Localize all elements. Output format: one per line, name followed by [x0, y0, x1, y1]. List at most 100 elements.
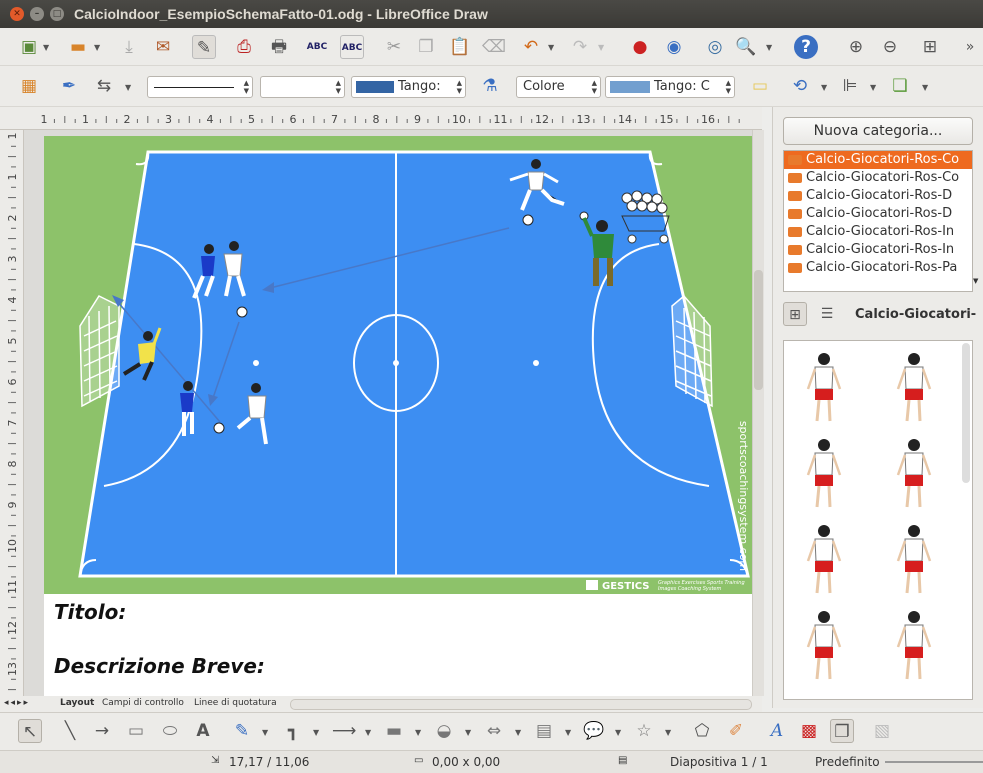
arrow-tool-icon[interactable]: → — [90, 719, 114, 743]
hyperlink-icon[interactable]: ◉ — [662, 35, 686, 59]
redo-icon[interactable]: ↷ — [568, 35, 592, 59]
save-icon[interactable]: ⤓ — [117, 35, 141, 59]
gallery-scrollbar[interactable] — [962, 343, 970, 483]
tab-layout[interactable]: Layout — [60, 698, 94, 708]
scroll-down-icon[interactable]: ▼ — [973, 277, 981, 285]
tab-dimension-lines[interactable]: Linee di quotatura — [194, 698, 277, 708]
chart-icon[interactable]: ● — [628, 35, 652, 59]
undo-icon[interactable]: ↶ — [519, 35, 543, 59]
zoom-slider[interactable] — [885, 761, 983, 763]
zoom-icon[interactable]: 🔍 — [734, 35, 758, 59]
chevron-down-icon[interactable]: ▼ — [615, 728, 621, 737]
print-icon[interactable]: 🖶 — [267, 35, 291, 59]
gallery-toggle-icon[interactable]: ❐ — [830, 719, 854, 743]
fill-color-select[interactable]: Tango: C ▲ ▼ — [605, 76, 735, 98]
cut-icon[interactable]: ✂ — [382, 35, 406, 59]
select-icon[interactable]: ↖ — [18, 719, 42, 743]
icon-view-icon[interactable]: ⊞ — [783, 302, 807, 326]
line-color-select[interactable]: Tango: ▲ ▼ — [351, 76, 466, 98]
chevron-down-icon[interactable]: ▼ — [465, 728, 471, 737]
callouts-icon[interactable]: 💬 — [582, 719, 606, 743]
connector-icon[interactable]: ┓ — [281, 719, 305, 743]
line-icon[interactable]: ✒ — [57, 74, 81, 98]
list-item[interactable]: Calcio-Giocatori-Ros-In — [784, 223, 972, 241]
new-document-icon[interactable]: ▣ — [17, 35, 41, 59]
insert-image-icon[interactable]: ▩ — [797, 719, 821, 743]
zoom-in-icon[interactable]: ⊕ — [844, 35, 868, 59]
chevron-down-icon[interactable]: ▼ — [94, 43, 100, 52]
shadow-icon[interactable]: ▭ — [748, 74, 772, 98]
chevron-down-icon[interactable]: ▼ — [313, 728, 319, 737]
edit-mode-icon[interactable]: ✎ — [192, 35, 216, 59]
chevron-down-icon[interactable]: ▼ — [922, 83, 928, 92]
navigator-icon[interactable]: ◎ — [703, 35, 727, 59]
spellcheck-icon[interactable]: ABC — [305, 35, 329, 59]
basic-shapes-icon[interactable]: ▬ — [382, 719, 406, 743]
detail-view-icon[interactable]: ☰ — [815, 302, 839, 326]
chevron-down-icon[interactable]: ▼ — [665, 728, 671, 737]
list-item[interactable]: Calcio-Giocatori-Ros-Co — [784, 151, 972, 169]
close-window-button[interactable]: ✕ — [10, 7, 24, 21]
slide-description-label[interactable]: Descrizione Breve: — [54, 654, 265, 678]
maximize-window-button[interactable]: □ — [50, 7, 64, 21]
chevron-down-icon[interactable]: ▼ — [125, 83, 131, 92]
align-icon[interactable]: ⊫ — [838, 74, 862, 98]
vertical-scrollbar[interactable] — [752, 130, 764, 696]
minimize-window-button[interactable]: – — [30, 7, 44, 21]
list-item[interactable]: Calcio-Giocatori-Ros-Pa — [784, 259, 972, 277]
line-style-select[interactable]: ▲ ▼ — [147, 76, 253, 98]
copy-icon[interactable]: ❐ — [414, 35, 438, 59]
area-fill-icon[interactable]: ⚗ — [478, 74, 502, 98]
block-arrows-icon[interactable]: ⇔ — [482, 719, 506, 743]
styles-icon[interactable]: ▦ — [17, 74, 41, 98]
open-folder-icon[interactable]: ▬ — [66, 35, 90, 59]
email-icon[interactable]: ✉ — [151, 35, 175, 59]
ellipse-icon[interactable]: ⬭ — [158, 719, 182, 743]
horizontal-scrollbar[interactable] — [290, 699, 752, 710]
paste-icon[interactable]: 📋 — [448, 35, 472, 59]
category-list[interactable]: Calcio-Giocatori-Ros-Co Calcio-Giocatori… — [783, 150, 973, 292]
auto-spellcheck-icon[interactable]: ABC — [340, 35, 364, 59]
chevron-down-icon[interactable]: ▼ — [548, 43, 554, 52]
list-item[interactable]: Calcio-Giocatori-Ros-D — [784, 187, 972, 205]
tab-nav-icon[interactable]: ◂◂▸▸ — [4, 698, 30, 708]
chevron-down-icon[interactable]: ▼ — [821, 83, 827, 92]
chevron-down-icon[interactable]: ▼ — [598, 43, 604, 52]
list-item[interactable]: Calcio-Giocatori-Ros-Co — [784, 169, 972, 187]
flowchart-icon[interactable]: ▤ — [532, 719, 556, 743]
points-icon[interactable]: ⬠ — [690, 719, 714, 743]
arrange-icon[interactable]: ❏ — [888, 74, 912, 98]
slide-title-label[interactable]: Titolo: — [54, 600, 126, 624]
curve-icon[interactable]: ✎ — [230, 719, 254, 743]
chevron-down-icon[interactable]: ▼ — [415, 728, 421, 737]
chevron-down-icon[interactable]: ▼ — [43, 43, 49, 52]
chevron-down-icon[interactable]: ▼ — [515, 728, 521, 737]
lines-arrows-icon[interactable]: ⟶ — [332, 719, 356, 743]
rectangle-icon[interactable]: ▭ — [124, 719, 148, 743]
zoom-out-icon[interactable]: ⊖ — [878, 35, 902, 59]
export-pdf-icon[interactable]: ⎙ — [232, 35, 256, 59]
glue-points-icon[interactable]: ✐ — [724, 719, 748, 743]
line-width-field[interactable]: ▲ ▼ — [260, 76, 345, 98]
stars-icon[interactable]: ☆ — [632, 719, 656, 743]
help-icon[interactable]: ? — [794, 35, 818, 59]
drawing-canvas[interactable]: sportscoachingsystem.com GESTICS Graphic… — [24, 130, 752, 696]
text-tool-icon[interactable]: A — [191, 719, 215, 743]
transformations-icon[interactable]: ⟲ — [788, 74, 812, 98]
line-tool-icon[interactable]: ╲ — [58, 719, 82, 743]
list-item[interactable]: Calcio-Giocatori-Ros-D — [784, 205, 972, 223]
new-category-button[interactable]: Nuova categoria... — [783, 117, 973, 145]
gallery-thumbnails[interactable] — [783, 340, 973, 700]
chevron-down-icon[interactable]: ▼ — [565, 728, 571, 737]
extrusion-icon[interactable]: ▧ — [870, 719, 894, 743]
chevron-down-icon[interactable]: ▼ — [870, 83, 876, 92]
chevron-down-icon[interactable]: ▼ — [262, 728, 268, 737]
tab-control-fields[interactable]: Campi di controllo — [102, 698, 184, 708]
more-options-icon[interactable]: » — [958, 35, 982, 59]
chevron-down-icon[interactable]: ▼ — [365, 728, 371, 737]
arrow-style-icon[interactable]: ⇆ — [92, 74, 116, 98]
fill-type-select[interactable]: Colore ▲ ▼ — [516, 76, 601, 98]
list-item[interactable]: Calcio-Giocatori-Ros-In — [784, 241, 972, 259]
fontwork-icon[interactable]: A — [765, 719, 789, 743]
clone-formatting-icon[interactable]: ⌫ — [482, 35, 506, 59]
